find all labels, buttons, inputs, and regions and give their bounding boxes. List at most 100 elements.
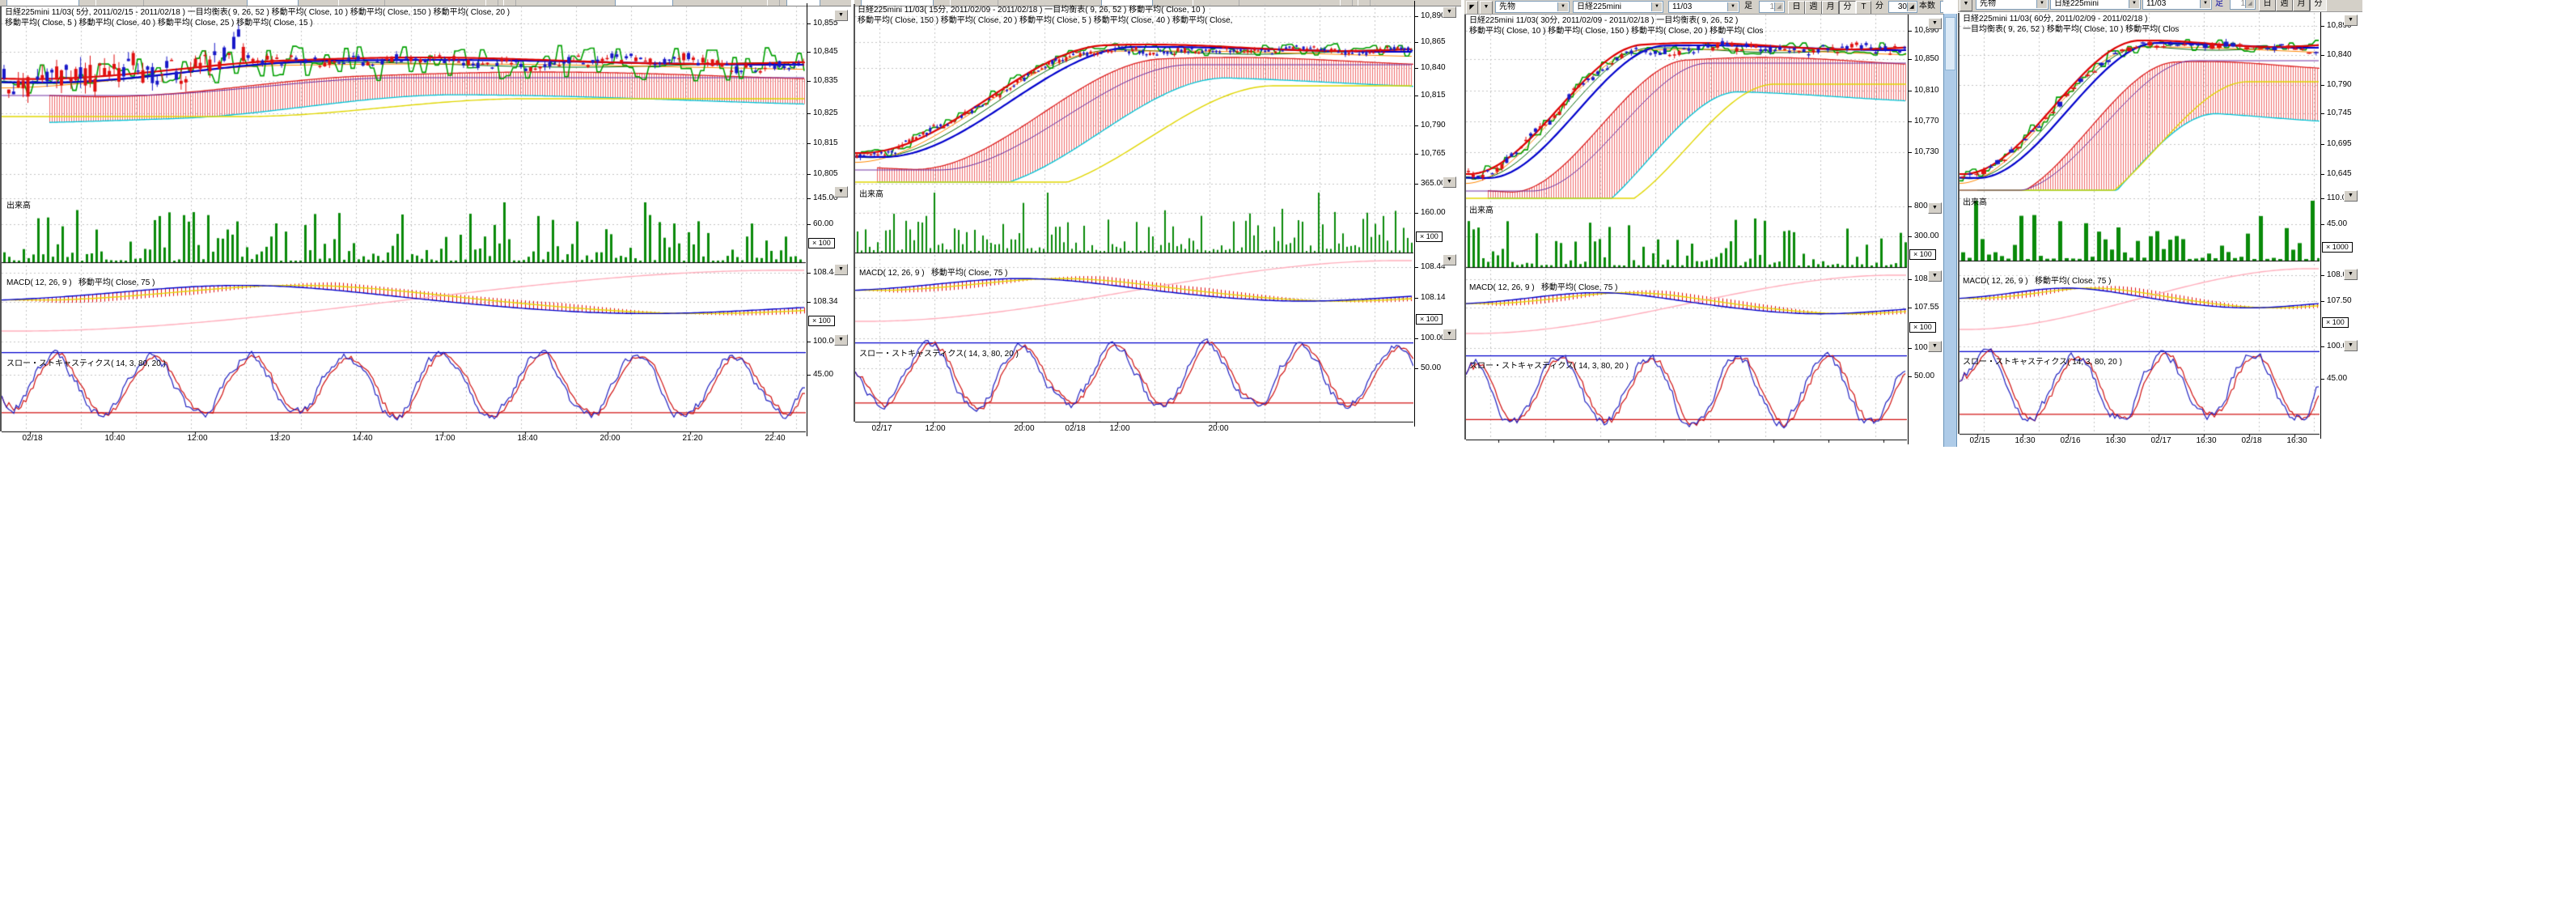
spinner-icon[interactable]: ◢ <box>2245 0 2254 8</box>
vertical-scrollbar[interactable] <box>1943 14 1957 447</box>
plot-left-edge <box>0 6 2 431</box>
stochastics-pane-label: スロー・ストキャスティクス( 14, 3, 80, 20 ) <box>6 356 166 368</box>
macd-pane-dropdown-icon[interactable]: ▼ <box>1443 254 1456 265</box>
chart-menu-dropdown-icon[interactable]: ▼ <box>1480 1 1493 15</box>
chart-window-5min: 日経225mini 11/03( 5分, 2011/02/15 - 2011/0… <box>0 0 851 447</box>
macd-pane-dropdown-icon[interactable]: ▼ <box>2344 269 2358 280</box>
symbol-select[interactable]: 日経225mini▼ <box>1573 1 1663 13</box>
scrollbar-thumb[interactable] <box>1945 17 1955 70</box>
minute-label: 分 <box>1875 0 1883 12</box>
period-day-button[interactable]: 日 <box>2259 0 2276 11</box>
chart-title: 日経225mini 11/03( 15分, 2011/02/09 - 2011/… <box>858 5 1416 15</box>
volume-pane-dropdown-icon[interactable]: ▼ <box>2344 190 2358 202</box>
contract-select[interactable]: 11/03▼ <box>2142 0 2212 10</box>
axis-tick-mark <box>807 302 811 303</box>
chevron-down-icon[interactable]: ▼ <box>2129 0 2139 8</box>
minute-value-field[interactable]: 30◢ <box>1888 1 1917 13</box>
macd-ma-params: 移動平均( Close, 75 ) <box>931 269 1007 278</box>
contract-select[interactable]: 11/03▼ <box>1668 1 1739 13</box>
price-tick-label: 10,815 <box>813 138 838 147</box>
chevron-down-icon[interactable]: ▼ <box>1557 2 1568 11</box>
macd-multiplier-box: × 100 <box>1416 314 1443 325</box>
period-minute-button[interactable]: 分 <box>1839 1 1856 15</box>
chevron-down-icon[interactable]: ▼ <box>2036 0 2047 8</box>
axis-tick-mark <box>1908 236 1912 237</box>
period-tick-button[interactable]: T <box>1856 1 1871 15</box>
spinner-icon[interactable]: ◢ <box>1774 2 1783 11</box>
price-pane-dropdown-icon[interactable]: ▼ <box>834 10 848 21</box>
chevron-down-icon[interactable]: ▼ <box>1727 2 1738 11</box>
time-axis-label: 13:20 <box>266 434 294 443</box>
chart-plot-area[interactable] <box>2 0 806 445</box>
price-tick-label: 10,840 <box>1421 63 1446 72</box>
axis-tick-mark <box>2320 55 2324 56</box>
price-pane-dropdown-icon[interactable]: ▼ <box>1443 6 1456 18</box>
axis-tick-mark <box>807 198 811 199</box>
axis-tick-mark <box>1908 121 1912 122</box>
macd-pane-dropdown-icon[interactable]: ▼ <box>1928 270 1942 282</box>
stoch-pane-dropdown-icon[interactable]: ▼ <box>1443 329 1456 340</box>
axis-tick-mark <box>1908 152 1912 153</box>
symbol-select[interactable]: 日経225mini▼ <box>2050 0 2141 10</box>
macd-tick-label: 107.55 <box>1914 303 1939 312</box>
macd-ma-params: 移動平均( Close, 75 ) <box>1541 283 1617 292</box>
market-select[interactable]: 先物▼ <box>1976 0 2049 10</box>
period-day-button[interactable]: 日 <box>1788 1 1805 15</box>
macd-tick-label: 108.14 <box>1421 293 1446 302</box>
time-axis-label: 16:30 <box>2011 436 2039 445</box>
axis-tick-mark <box>1908 59 1912 60</box>
time-axis-label: 17:00 <box>431 434 459 443</box>
stoch-pane-dropdown-icon[interactable]: ▼ <box>1928 341 1942 352</box>
market-select[interactable]: 先物▼ <box>1495 1 1570 13</box>
macd-pane-dropdown-icon[interactable]: ▼ <box>834 264 848 275</box>
bar-count-field[interactable]: 1◢ <box>2230 0 2256 10</box>
macd-ma-params: 移動平均( Close, 75 ) <box>78 278 155 287</box>
price-tick-label: 10,865 <box>1421 37 1446 46</box>
chevron-down-icon[interactable]: ▼ <box>2200 0 2210 8</box>
price-tick-label: 10,770 <box>1914 117 1939 125</box>
price-pane-dropdown-icon[interactable]: ▼ <box>1928 18 1942 29</box>
axis-tick-mark <box>1414 154 1418 155</box>
chart-title-ma: 移動平均( Close, 5 ) 移動平均( Close, 40 ) 移動平均(… <box>5 18 803 28</box>
window-restore-icon[interactable]: ◤ <box>1466 1 1478 15</box>
chart-plot-area[interactable] <box>855 0 1413 445</box>
time-axis-label: 18:40 <box>514 434 541 443</box>
time-axis-label: 02/18 <box>19 434 46 443</box>
chart-menu-dropdown-icon[interactable]: ▼ <box>1960 0 1972 11</box>
axis-tick-mark <box>2320 174 2324 175</box>
period-month-button[interactable]: 月 <box>1822 1 1839 15</box>
period-week-button[interactable]: 週 <box>1805 1 1822 15</box>
axis-tick-mark <box>1414 213 1418 214</box>
axis-tick-mark <box>807 143 811 144</box>
axis-tick-mark <box>807 23 811 24</box>
price-pane-dropdown-icon[interactable]: ▼ <box>2344 15 2358 26</box>
stoch-tick-label: 45.00 <box>813 370 833 379</box>
chevron-down-icon[interactable]: ▼ <box>1651 2 1662 11</box>
chart-plot-area[interactable] <box>1466 0 1907 445</box>
price-tick-label: 10,790 <box>1421 121 1446 130</box>
bars-value-field[interactable]: 50 <box>1940 1 1943 13</box>
chart-plot-area[interactable] <box>1960 0 2320 445</box>
period-month-button[interactable]: 月 <box>2293 0 2310 11</box>
stochastics-pane-label: スロー・ストキャスティクス( 14, 3, 80, 20 ) <box>1469 359 1629 371</box>
volume-pane-dropdown-icon[interactable]: ▼ <box>834 186 848 197</box>
bar-type-label: 足 <box>1744 0 1752 12</box>
spinner-icon[interactable]: ◢ <box>1907 2 1916 11</box>
time-axis-label: 02/16 <box>2057 436 2084 445</box>
price-tick-label: 10,695 <box>2327 139 2352 148</box>
macd-multiplier-box: × 100 <box>2322 317 2349 328</box>
stoch-pane-dropdown-icon[interactable]: ▼ <box>834 334 848 346</box>
price-tick-label: 10,840 <box>2327 50 2352 59</box>
volume-pane-dropdown-icon[interactable]: ▼ <box>1928 202 1942 214</box>
axis-tick-mark <box>807 113 811 114</box>
axis-tick-mark <box>807 174 811 175</box>
volume-pane-dropdown-icon[interactable]: ▼ <box>1443 176 1456 188</box>
axis-tick-mark <box>1414 298 1418 299</box>
time-axis-label: 22:40 <box>761 434 789 443</box>
period-week-button[interactable]: 週 <box>2276 0 2293 11</box>
chart-title-ma: 移動平均( Close, 10 ) 移動平均( Close, 150 ) 移動平… <box>1469 26 1908 36</box>
bar-count-field[interactable]: 1◢ <box>1759 1 1785 13</box>
stoch-pane-dropdown-icon[interactable]: ▼ <box>2344 340 2358 351</box>
period-minute-button[interactable]: 分 <box>2310 0 2327 11</box>
time-axis-label: 16:30 <box>2193 436 2220 445</box>
